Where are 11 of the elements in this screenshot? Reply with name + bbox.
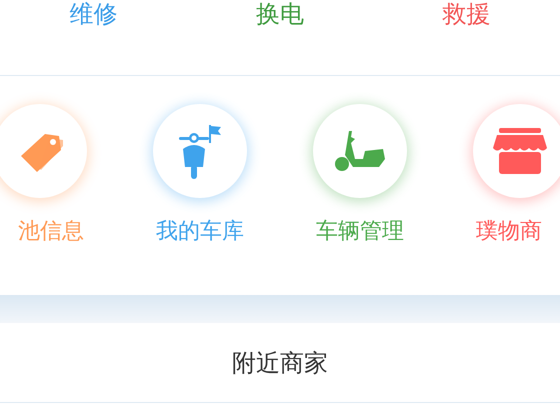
shortcut-label[interactable]: 我的车库 — [156, 218, 244, 246]
shortcut-label[interactable]: 池信息 — [18, 218, 84, 246]
scooter-icon — [177, 123, 223, 179]
section-title: 附近商家 — [232, 348, 328, 378]
shortcut-label[interactable]: 车辆管理 — [316, 218, 404, 246]
action-button[interactable]: 换电 — [256, 0, 304, 30]
scooter-icon — [333, 129, 387, 173]
shop-icon — [493, 126, 547, 176]
action-button[interactable]: 救援 — [442, 0, 491, 30]
shortcut-label[interactable]: 璞物商 — [476, 218, 542, 246]
action-button[interactable]: 维修 — [69, 0, 118, 30]
